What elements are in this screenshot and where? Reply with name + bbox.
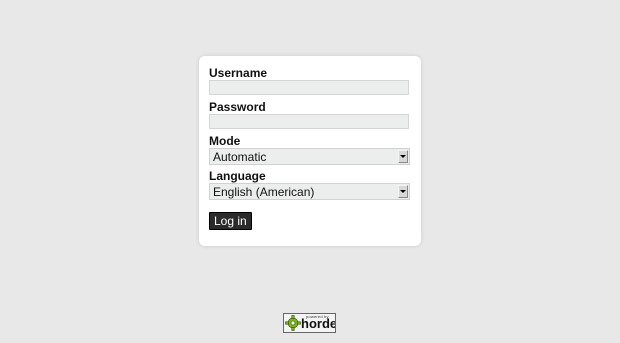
password-field[interactable] xyxy=(209,114,409,129)
login-box: Username Password Mode Automatic Languag… xyxy=(199,56,421,246)
language-select-value: English (American) xyxy=(213,185,315,199)
username-field[interactable] xyxy=(209,80,409,95)
logo-wordmark: horde xyxy=(301,316,336,331)
horde-logo[interactable]: powered by horde xyxy=(283,313,336,333)
login-button[interactable]: Log in xyxy=(209,212,252,230)
language-select[interactable]: English (American) xyxy=(209,183,410,200)
language-label: Language xyxy=(209,169,266,183)
dropdown-arrow-icon[interactable] xyxy=(398,185,408,198)
password-label: Password xyxy=(209,100,266,114)
username-label: Username xyxy=(209,66,268,80)
gear-icon xyxy=(285,315,301,331)
dropdown-arrow-icon[interactable] xyxy=(398,150,408,163)
mode-label: Mode xyxy=(209,134,241,148)
mode-select[interactable]: Automatic xyxy=(209,148,410,165)
mode-select-value: Automatic xyxy=(213,150,267,164)
